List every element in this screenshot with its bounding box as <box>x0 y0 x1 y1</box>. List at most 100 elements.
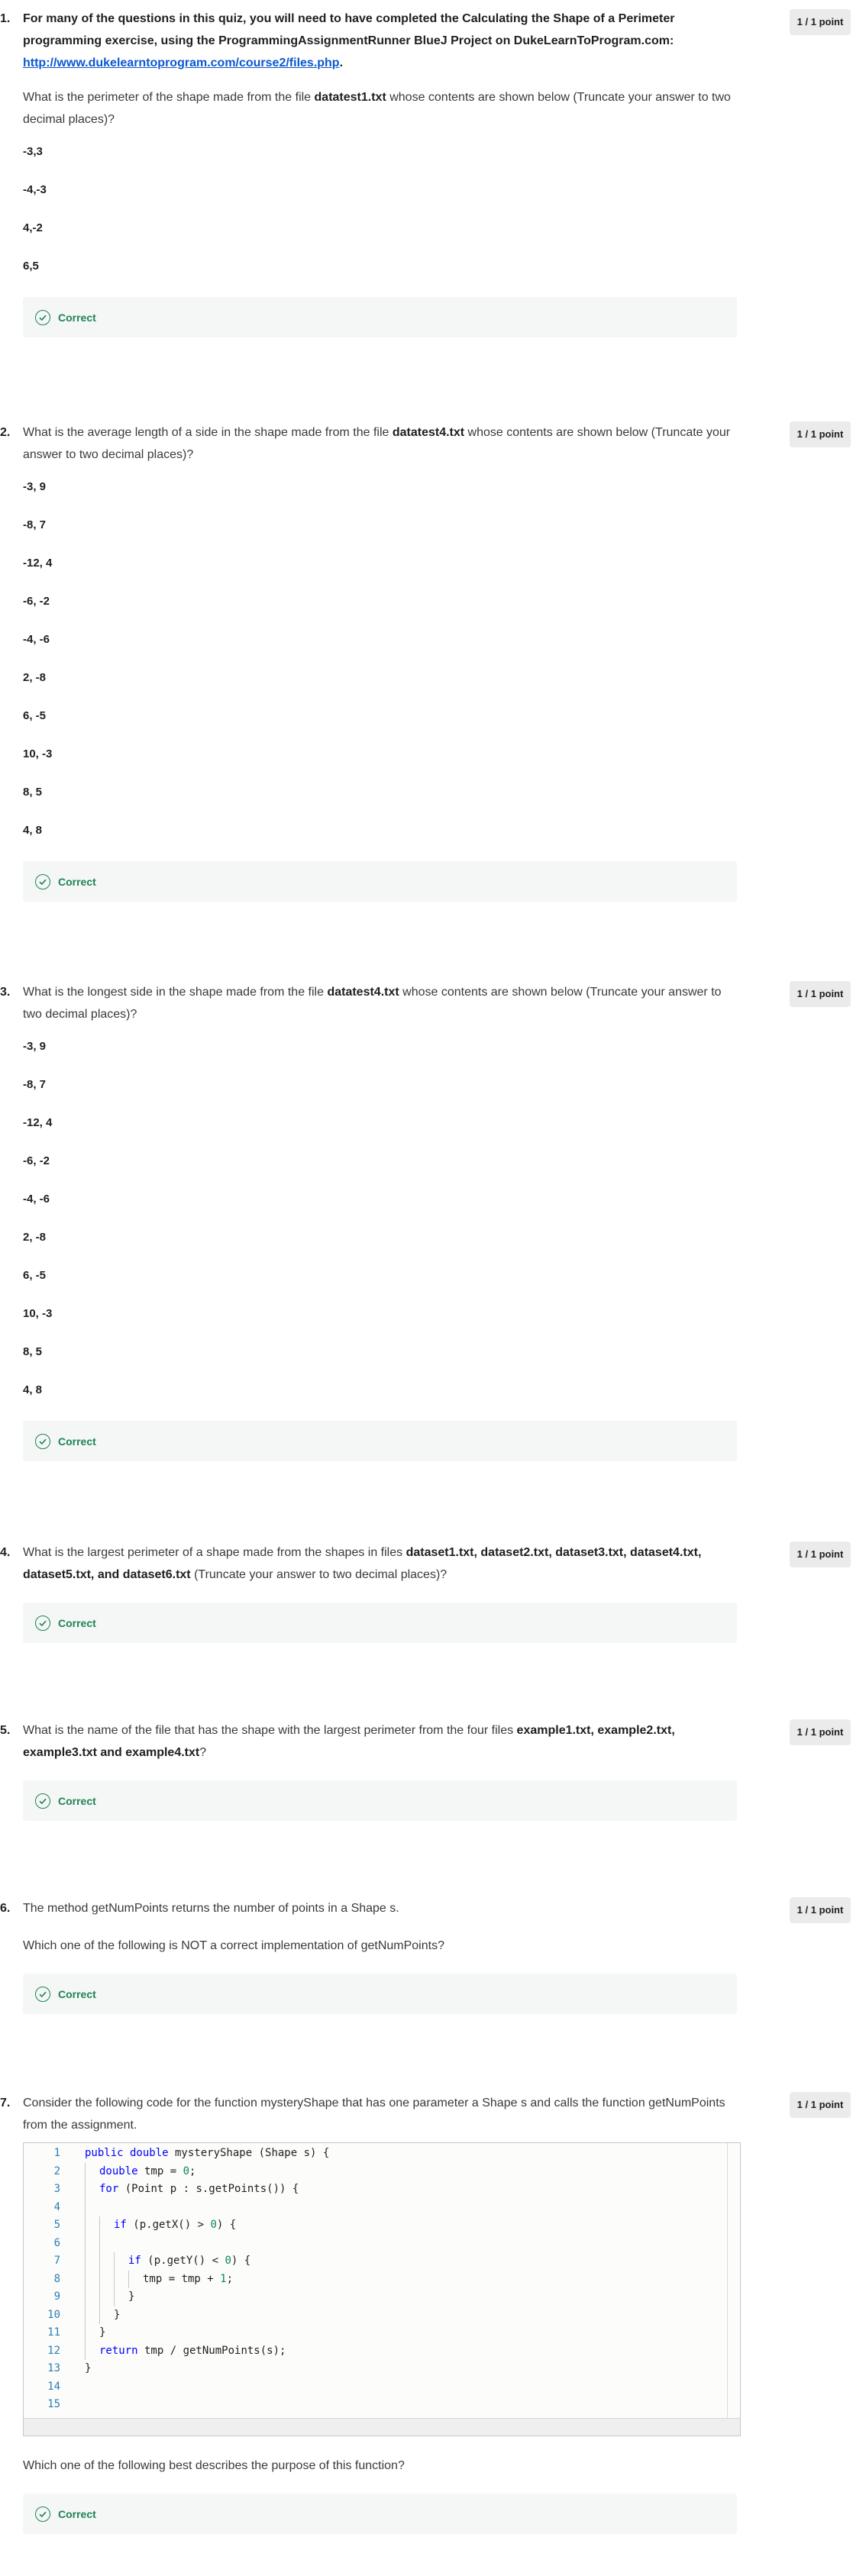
data-point: 4, 8 <box>23 824 43 837</box>
question-body: What is the name of the file that has th… <box>23 1719 737 1821</box>
score-badge: 1 / 1 point <box>790 1897 851 1923</box>
line-number-gutter: 1 2 3 4 5 6 7 8 9 10 11 12 13 14 15 <box>24 2145 69 2414</box>
question-prompt: What is the average length of a side in … <box>23 426 731 461</box>
code-line <box>85 2234 329 2252</box>
line-number: 3 <box>53 2183 60 2195</box>
question-number: 3. <box>0 986 11 999</box>
question-number: 5. <box>0 1724 11 1737</box>
code-line: } <box>85 2362 92 2374</box>
correct-label: Correct <box>58 1616 96 1629</box>
correct-label: Correct <box>58 875 96 888</box>
data-points-list: -3, 9 -8, 7 -12, 4 -6, -2 -4, -6 2, -8 6… <box>23 1039 737 1398</box>
correct-feedback: Correct <box>23 1974 737 2014</box>
data-points-list: -3, 9 -8, 7 -12, 4 -6, -2 -4, -6 2, -8 6… <box>23 479 737 838</box>
correct-feedback: Correct <box>23 1603 737 1643</box>
line-number: 8 <box>53 2272 60 2285</box>
data-point: 2, -8 <box>23 1231 47 1244</box>
correct-label: Correct <box>58 1435 96 1448</box>
data-point: -6, -2 <box>23 595 50 608</box>
course-files-link[interactable]: http://www.dukelearntoprogram.com/course… <box>23 56 340 69</box>
correct-feedback: Correct <box>23 2494 737 2534</box>
data-point: -8, 7 <box>23 518 47 531</box>
score-badge: 1 / 1 point <box>790 2092 851 2118</box>
check-circle-icon <box>35 1793 50 1809</box>
line-number: 13 <box>47 2362 60 2374</box>
check-circle-icon <box>35 1986 50 2002</box>
question-body: What is the largest perimeter of a shape… <box>23 1541 737 1643</box>
check-circle-icon <box>35 1615 50 1631</box>
data-point: -4,-3 <box>23 183 47 196</box>
data-points-list: -3,3 -4,-3 4,-2 6,5 <box>23 144 737 274</box>
question-body: For many of the questions in this quiz, … <box>23 8 737 337</box>
question-prompt: Consider the following code for the func… <box>23 2097 725 2132</box>
question-body: Consider the following code for the func… <box>23 2092 741 2534</box>
data-point: 4, 8 <box>23 1383 43 1396</box>
check-circle-icon <box>35 309 50 325</box>
question-subprompt: Which one of the following is NOT a corr… <box>23 1939 444 1952</box>
correct-label: Correct <box>58 2507 96 2520</box>
correct-label: Correct <box>58 1794 96 1807</box>
correct-label: Correct <box>58 1987 96 2000</box>
question-number: 6. <box>0 1902 11 1915</box>
data-point: -4, -6 <box>23 633 50 646</box>
horizontal-scrollbar[interactable] <box>24 2418 740 2436</box>
question-body: The method getNumPoints returns the numb… <box>23 1897 737 2014</box>
correct-label: Correct <box>58 311 96 324</box>
line-number: 6 <box>53 2236 60 2249</box>
check-circle-icon <box>35 873 50 889</box>
line-number: 11 <box>47 2326 60 2339</box>
line-number: 12 <box>47 2344 60 2357</box>
data-point: 2, -8 <box>23 671 47 684</box>
question-prompt: What is the name of the file that has th… <box>23 1724 675 1759</box>
data-point: 10, -3 <box>23 1307 53 1320</box>
question-intro: For many of the questions in this quiz, … <box>23 12 675 69</box>
code-line: double tmp = 0; <box>85 2162 329 2181</box>
data-point: 8, 5 <box>23 786 43 799</box>
code-line: return tmp / getNumPoints(s); <box>85 2342 329 2360</box>
code-lines: public double mysteryShape (Shape s) { d… <box>85 2145 329 2414</box>
line-number: 4 <box>53 2200 60 2213</box>
question-number: 7. <box>0 2097 11 2110</box>
data-point: -8, 7 <box>23 1078 47 1091</box>
check-circle-icon <box>35 1433 50 1449</box>
code-line: for (Point p : s.getPoints()) { <box>85 2181 329 2199</box>
data-point: -4, -6 <box>23 1193 50 1206</box>
data-point: 6, -5 <box>23 1269 47 1282</box>
question-body: What is the average length of a side in … <box>23 421 737 902</box>
correct-feedback: Correct <box>23 1421 737 1461</box>
score-badge: 1 / 1 point <box>790 421 851 447</box>
line-number: 2 <box>53 2164 60 2177</box>
data-point: -12, 4 <box>23 557 53 570</box>
correct-feedback: Correct <box>23 297 737 337</box>
line-number: 14 <box>47 2380 60 2393</box>
data-point: 10, -3 <box>23 747 53 760</box>
correct-feedback: Correct <box>23 861 737 902</box>
data-point: -3, 9 <box>23 1040 47 1053</box>
data-point: 8, 5 <box>23 1345 43 1358</box>
score-badge: 1 / 1 point <box>790 1719 851 1745</box>
check-circle-icon <box>35 2506 50 2522</box>
question-number: 2. <box>0 426 11 439</box>
score-badge: 1 / 1 point <box>790 9 851 35</box>
question-prompt: What is the largest perimeter of a shape… <box>23 1546 702 1581</box>
question-prompt: The method getNumPoints returns the numb… <box>23 1902 399 1915</box>
code-line: } <box>85 2324 329 2342</box>
code-line: } <box>85 2306 329 2324</box>
data-point: -3,3 <box>23 145 43 158</box>
line-number: 15 <box>47 2398 60 2410</box>
line-number: 9 <box>53 2290 60 2303</box>
line-number: 1 <box>53 2147 60 2159</box>
data-point: 4,-2 <box>23 221 43 234</box>
data-point: -12, 4 <box>23 1116 53 1129</box>
data-point: -3, 9 <box>23 480 47 493</box>
question-prompt: What is the longest side in the shape ma… <box>23 986 722 1021</box>
question-subprompt: Which one of the following best describe… <box>23 2459 405 2472</box>
score-badge: 1 / 1 point <box>790 1541 851 1567</box>
code-line <box>85 2198 329 2216</box>
correct-feedback: Correct <box>23 1780 737 1821</box>
code-block[interactable]: 1 2 3 4 5 6 7 8 9 10 11 12 13 14 15 publ… <box>23 2142 741 2436</box>
vertical-ruler <box>727 2143 728 2418</box>
code-line: } <box>85 2288 329 2306</box>
data-point: 6,5 <box>23 260 39 273</box>
